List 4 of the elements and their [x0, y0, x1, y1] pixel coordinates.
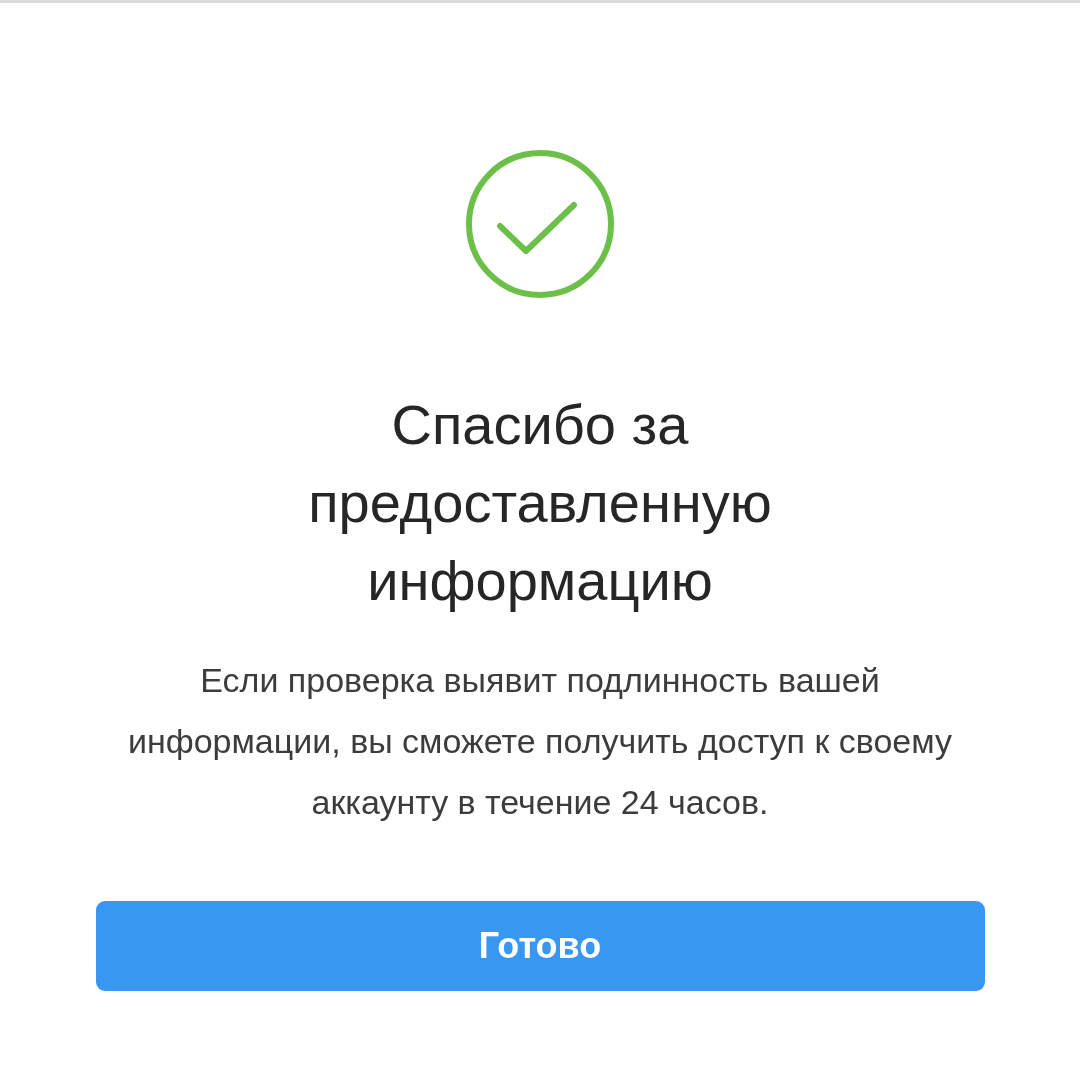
- confirmation-title: Спасибо за предоставленную информацию: [307, 392, 773, 614]
- success-check-icon: [464, 148, 616, 300]
- done-button[interactable]: Готово: [95, 901, 985, 991]
- confirmation-message: Если проверка выявит подлинность вашей информации, вы сможете получить доступ к своему аккаунту в течение 24 часов.: [126, 660, 954, 823]
